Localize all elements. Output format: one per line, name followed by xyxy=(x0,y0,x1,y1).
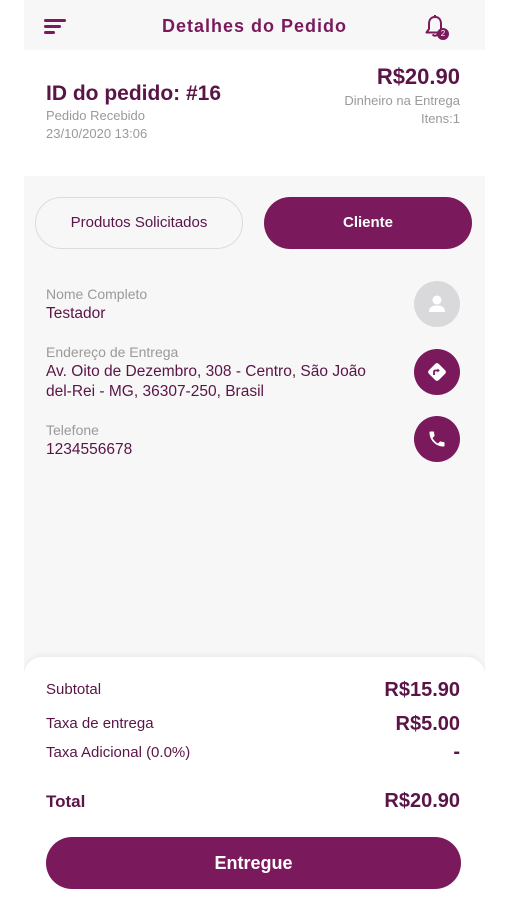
phone-icon xyxy=(429,431,445,447)
avatar xyxy=(414,281,460,327)
order-datetime: 23/10/2020 13:06 xyxy=(46,126,148,141)
call-button[interactable] xyxy=(414,416,460,462)
order-status: Pedido Recebido xyxy=(46,108,146,123)
address-label: Endereço de Entrega xyxy=(46,344,179,360)
subtotal-value: R$15.90 xyxy=(384,679,460,701)
subtotal-label: Subtotal xyxy=(46,681,102,698)
order-id: ID do pedido: #16 xyxy=(46,82,222,105)
directions-button[interactable] xyxy=(414,349,460,395)
notification-badge: 2 xyxy=(437,28,449,40)
total-value: R$20.90 xyxy=(384,790,460,812)
order-header-card: ID do pedido: #16 Pedido Recebido 23/10/… xyxy=(24,50,485,176)
person-icon xyxy=(429,295,445,312)
directions-icon xyxy=(428,363,446,381)
name-label: Nome Completo xyxy=(46,286,148,302)
extra-fee-label: Taxa Adicional (0.0%) xyxy=(46,744,191,761)
client-address-line1: Av. Oito de Dezembro, 308 - Centro, São … xyxy=(46,363,366,380)
client-name: Testador xyxy=(46,305,106,322)
delivered-button[interactable]: Entregue xyxy=(46,837,461,889)
order-summary: Subtotal R$15.90 Taxa de entrega R$5.00 … xyxy=(24,657,485,900)
order-items-count: Itens:1 xyxy=(420,111,460,126)
total-label: Total xyxy=(46,792,86,811)
client-phone: 1234556678 xyxy=(46,441,133,458)
phone-label: Telefone xyxy=(46,422,99,438)
client-address-line2: del-Rei - MG, 36307-250, Brasil xyxy=(46,383,264,400)
top-bar: Detalhes do Pedido 2 xyxy=(24,0,485,50)
order-details-screen: Detalhes do Pedido 2 ID do pedido: #16 P… xyxy=(24,0,485,900)
order-total: R$20.90 xyxy=(376,64,460,89)
tab-products[interactable]: Produtos Solicitados xyxy=(35,197,243,249)
extra-fee-value: - xyxy=(453,741,460,763)
payment-method: Dinheiro na Entrega xyxy=(344,93,460,108)
notifications-button[interactable]: 2 xyxy=(424,14,449,40)
delivery-fee-value: R$5.00 xyxy=(395,713,461,735)
delivery-fee-label: Taxa de entrega xyxy=(46,715,154,732)
tab-client[interactable]: Cliente xyxy=(264,197,472,249)
page-title: Detalhes do Pedido xyxy=(161,16,348,36)
